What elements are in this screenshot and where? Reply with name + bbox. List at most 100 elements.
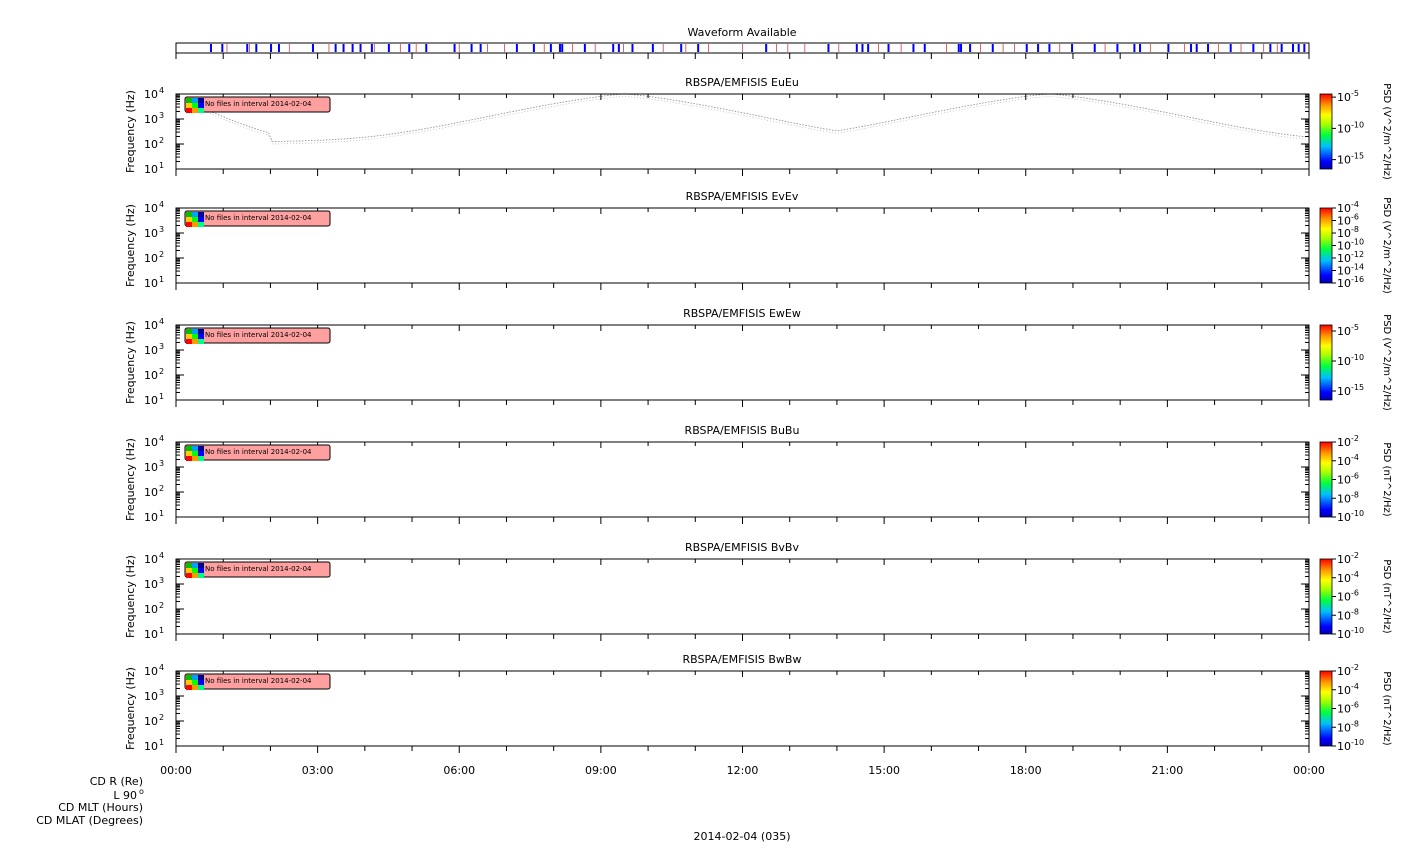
icon-cell	[198, 212, 204, 217]
colorbar: 10 -410 -610 -810 -1010 -1210 -1410 -16 PSD (V^2…	[1319, 197, 1392, 294]
no-files-notice: No files in interval 2014-02-04	[184, 96, 331, 113]
icon-cell	[186, 680, 192, 685]
colorbar-tick-exp: -2	[1351, 551, 1359, 560]
colorbar-gradient	[1319, 207, 1333, 284]
icon-cell	[198, 568, 204, 573]
notice-text: No files in interval 2014-02-04	[205, 214, 312, 222]
waveform-blue-mark-54	[1229, 44, 1232, 52]
waveform-blue-mark-5	[277, 44, 280, 52]
waveform-blue-mark-49	[1139, 44, 1142, 52]
waveform-blue-mark-52	[1195, 44, 1198, 52]
y-tick-label: 10	[144, 628, 158, 641]
waveform-blue-mark-9	[351, 44, 354, 52]
y-axis-label: Frequency (Hz)	[124, 204, 137, 287]
colorbar-tick-exp: -6	[1351, 589, 1359, 598]
y-tick-label: 10	[144, 461, 158, 474]
icon-cell	[198, 563, 204, 568]
colorbar-tick-label: 10	[1337, 703, 1351, 716]
y-tick-label: 10	[144, 715, 158, 728]
colorbar: 10 -510 -1010 -15 PSD (V^2/m^2/Hz)	[1319, 83, 1392, 180]
waveform-blue-mark-32	[855, 44, 858, 52]
colorbar-tick-label: 10	[1337, 240, 1351, 253]
spectrogram-icon	[186, 675, 204, 690]
icon-cell	[192, 98, 198, 103]
y-tick-label: 10	[144, 511, 158, 524]
y-tick-exp: 4	[159, 551, 164, 560]
waveform-blue-mark-46	[1093, 44, 1096, 52]
colorbar-tick-exp: -10	[1351, 353, 1364, 362]
waveform-blue-mark-19	[532, 44, 535, 52]
y-tick-exp: 1	[159, 275, 164, 284]
y-tick-label: 10	[144, 113, 158, 126]
y-tick-label: 10	[144, 252, 158, 265]
colorbar-gradient	[1319, 93, 1333, 170]
icon-cell	[192, 212, 198, 217]
y-tick-exp: 3	[159, 225, 164, 234]
icon-cell	[198, 217, 204, 222]
y-tick-exp: 1	[159, 392, 164, 401]
icon-cell	[198, 680, 204, 685]
panel-1: RBSPA/EMFISIS EvEv10 110 210 310 4Frequency …	[124, 190, 1392, 294]
icon-cell	[186, 222, 192, 227]
colorbar-label: PSD (V^2/m^2/Hz)	[1381, 83, 1392, 180]
colorbar-tick-exp: -10	[1351, 238, 1364, 247]
panel-4: RBSPA/EMFISIS BvBv10 110 210 310 4Frequency …	[124, 541, 1392, 641]
time-tick-label-8: 00:00	[1293, 764, 1325, 777]
orbit-label-cd-mlt: CD MLT (Hours)	[58, 801, 143, 814]
waveform-strip: Waveform Available	[175, 26, 1310, 59]
colorbar-tick-label: 10	[1337, 355, 1351, 368]
colorbar-tick-exp: -14	[1351, 263, 1364, 272]
panel-title: RBSPA/EMFISIS EwEw	[683, 307, 801, 320]
colorbar-tick-exp: -8	[1351, 490, 1359, 499]
waveform-blue-mark-24	[612, 44, 615, 52]
colorbar-tick-label: 10	[1337, 252, 1351, 265]
x-axis-ticks	[175, 208, 1310, 290]
y-tick-label: 10	[144, 603, 158, 616]
no-files-notice: No files in interval 2014-02-04	[184, 327, 331, 344]
icon-cell	[198, 456, 204, 461]
y-tick-label: 10	[144, 138, 158, 151]
colorbar-tick-exp: -6	[1351, 701, 1359, 710]
waveform-blue-mark-18	[515, 44, 518, 52]
panel-2: RBSPA/EMFISIS EwEw10 110 210 310 4Frequency …	[124, 307, 1392, 411]
colorbar-label: PSD (nT^2/Hz)	[1381, 442, 1392, 516]
waveform-blue-mark-43	[1037, 44, 1040, 52]
spectrogram-icon	[186, 329, 204, 344]
y-tick-exp: 4	[159, 434, 164, 443]
icon-cell	[186, 568, 192, 573]
colorbar-tick-label: 10	[1337, 325, 1351, 338]
emfisis-summary-plot: Waveform Available RBSPA/EMFISIS EuEu10 1…	[36, 26, 1392, 843]
colorbar-tick-label: 10	[1337, 154, 1351, 167]
x-axis-ticks	[175, 94, 1310, 176]
waveform-blue-mark-17	[479, 44, 482, 52]
time-tick-label-1: 03:00	[302, 764, 334, 777]
y-tick-label: 10	[144, 436, 158, 449]
no-files-notice: No files in interval 2014-02-04	[184, 210, 331, 227]
panel-frame	[175, 558, 1310, 635]
colorbar-tick-exp: -4	[1351, 682, 1359, 691]
orbit-label-l90-sup: o	[139, 787, 144, 796]
icon-cell	[198, 103, 204, 108]
panel-frame	[175, 93, 1310, 170]
waveform-blue-mark-39	[960, 44, 963, 52]
waveform-blue-mark-30	[765, 44, 768, 52]
icon-cell	[186, 685, 192, 690]
waveform-blue-mark-31	[827, 44, 830, 52]
colorbar-tick-exp: -15	[1351, 383, 1364, 392]
colorbar-tick-exp: -2	[1351, 663, 1359, 672]
colorbar-tick-label: 10	[1337, 474, 1351, 487]
colorbar-label: PSD (nT^2/Hz)	[1381, 671, 1392, 745]
icon-cell	[198, 451, 204, 456]
icon-cell	[186, 108, 192, 113]
y-tick-exp: 2	[159, 250, 164, 259]
y-axis-label: Frequency (Hz)	[124, 555, 137, 638]
icon-cell	[192, 451, 198, 456]
x-axis-ticks	[175, 559, 1310, 641]
colorbar-tick-label: 10	[1337, 492, 1351, 505]
colorbar-tick-exp: -15	[1351, 152, 1364, 161]
y-tick-label: 10	[144, 578, 158, 591]
waveform-blue-mark-44	[1048, 44, 1051, 52]
panel-frame	[175, 324, 1310, 401]
icon-cell	[192, 685, 198, 690]
y-tick-label: 10	[144, 202, 158, 215]
